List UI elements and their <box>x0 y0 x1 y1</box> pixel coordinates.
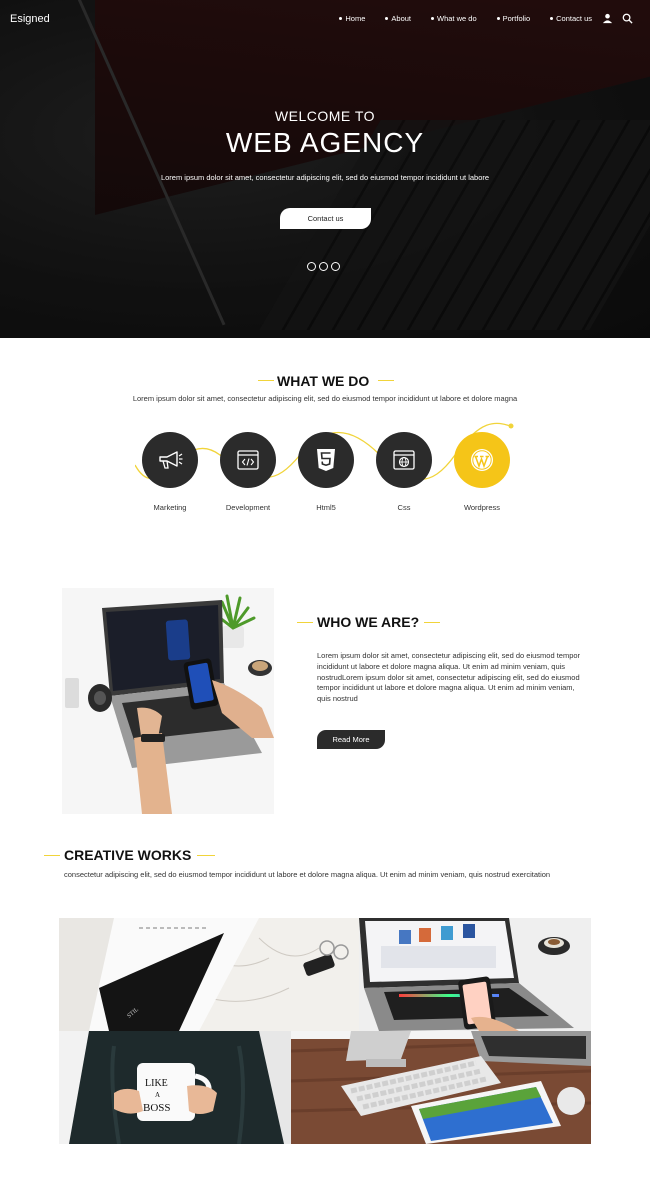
title-accent-line <box>258 380 274 381</box>
creative-works-text: consectetur adipiscing elit, sed do eius… <box>64 870 551 879</box>
hero-title: WEB AGENCY <box>225 127 425 158</box>
laptop-phone-photo <box>62 588 274 814</box>
nav-item-label: Portfolio <box>502 14 531 23</box>
nav-item-label: Home <box>345 14 366 23</box>
nav-item-home[interactable]: Home <box>339 14 365 23</box>
wordpress-icon <box>471 449 493 471</box>
service-circle <box>298 432 354 488</box>
hero-text: Lorem ipsum dolor sit amet, consectetur … <box>160 173 490 182</box>
service-circle <box>376 432 432 488</box>
desk-tablet-photo <box>291 1031 591 1144</box>
globe-window-icon <box>393 450 415 470</box>
slider-dots <box>307 262 340 271</box>
title-accent-line <box>424 622 440 623</box>
bullet-icon <box>339 17 343 20</box>
mug-text: BOSS <box>143 1102 171 1114</box>
read-more-button[interactable]: Read More <box>317 730 385 749</box>
portfolio-item-laptop[interactable] <box>359 918 591 1031</box>
nav-item-label: What we do <box>437 14 477 23</box>
portfolio-item-mug[interactable]: LIKE A BOSS <box>59 1031 291 1144</box>
bullet-icon <box>550 17 554 20</box>
title-accent-line <box>378 380 394 381</box>
who-we-are-text: Lorem ipsum dolor sit amet, consectetur … <box>317 651 581 704</box>
bullet-icon <box>496 17 500 20</box>
mug-text: A <box>155 1091 160 1099</box>
laptop-app-photo <box>359 918 591 1031</box>
title-accent-line <box>297 622 313 623</box>
bullet-icon <box>431 17 435 20</box>
like-a-boss-mug-photo: LIKE A BOSS <box>59 1031 291 1144</box>
title-accent-line <box>44 855 60 856</box>
service-marketing[interactable]: Marketing <box>142 432 198 512</box>
hero-overlay <box>0 0 650 338</box>
slider-dot[interactable] <box>307 262 316 271</box>
what-we-do-title: WHAT WE DO <box>277 373 370 389</box>
brand-logo[interactable]: Esigned <box>10 13 50 25</box>
service-circle <box>142 432 198 488</box>
portfolio-item-notebook[interactable]: STIL <box>59 918 359 1031</box>
who-we-are-title: WHO WE ARE? <box>317 614 420 630</box>
creative-works-title: CREATIVE WORKS <box>64 847 192 863</box>
mug-text: LIKE <box>145 1078 168 1089</box>
nav-item-what-we-do[interactable]: What we do <box>431 14 477 23</box>
nav-item-label: Contact us <box>556 14 592 23</box>
html5-icon <box>317 449 335 471</box>
search-icon[interactable] <box>622 13 633 24</box>
service-circle <box>454 432 510 488</box>
portfolio-item-desk[interactable] <box>291 1031 591 1144</box>
user-icon[interactable] <box>602 13 613 24</box>
service-html5[interactable]: Html5 <box>298 432 354 512</box>
top-nav: Esigned Home About What we do Portfolio … <box>0 0 650 40</box>
nav-item-label: About <box>391 14 412 23</box>
nav-menu: Home About What we do Portfolio Contact … <box>319 14 592 23</box>
slider-dot[interactable] <box>319 262 328 271</box>
notebook-marble-photo: STIL <box>59 918 359 1031</box>
code-window-icon <box>237 450 259 470</box>
hero-subtitle: WELCOME TO <box>274 108 376 124</box>
service-circle <box>220 432 276 488</box>
slider-dot[interactable] <box>331 262 340 271</box>
megaphone-icon <box>159 451 183 469</box>
nav-item-contact[interactable]: Contact us <box>550 14 592 23</box>
service-css[interactable]: Css <box>376 432 432 512</box>
nav-item-portfolio[interactable]: Portfolio <box>496 14 531 23</box>
contact-us-button[interactable]: Contact us <box>280 208 371 229</box>
nav-item-about[interactable]: About <box>385 14 411 23</box>
hero-section: Esigned Home About What we do Portfolio … <box>0 0 650 338</box>
who-we-are-image <box>62 588 274 814</box>
service-wordpress[interactable]: Wordpress <box>454 432 510 512</box>
what-we-do-text: Lorem ipsum dolor sit amet, consectetur … <box>132 394 518 403</box>
bullet-icon <box>385 17 389 20</box>
service-label: Wordpress <box>463 503 501 512</box>
title-accent-line <box>197 855 215 856</box>
service-development[interactable]: Development <box>220 432 276 512</box>
